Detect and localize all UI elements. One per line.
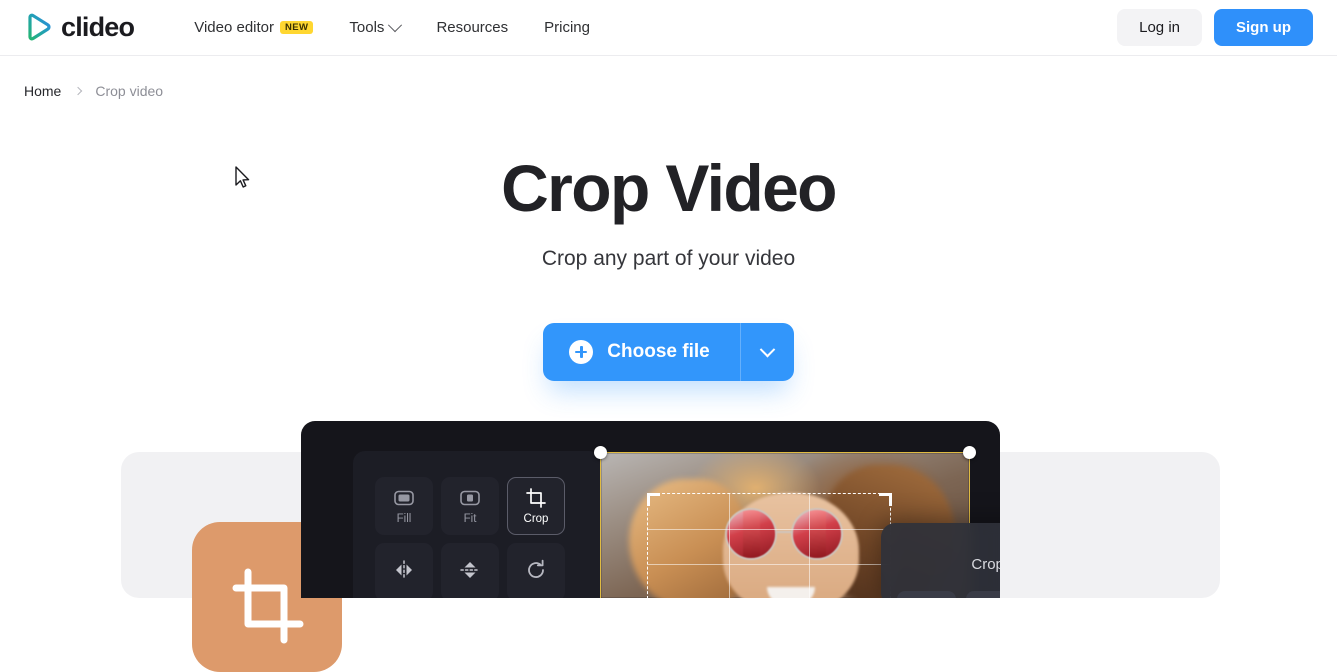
main-navigation: Video editor NEW Tools Resources Pricing xyxy=(176,8,608,48)
page-subtitle: Crop any part of your video xyxy=(541,247,796,270)
choose-file-label: Choose file xyxy=(607,341,710,362)
choose-file-button[interactable]: Choose file xyxy=(543,323,739,381)
flip-vertical-icon xyxy=(460,561,480,578)
fit-icon xyxy=(460,490,480,506)
editor-tools-grid: Fill Fit Crop xyxy=(375,477,565,598)
crop-icon xyxy=(526,487,546,508)
crop-selection-box[interactable] xyxy=(646,492,892,598)
tool-label: Crop xyxy=(523,512,549,525)
chevron-right-icon xyxy=(74,86,83,96)
video-editor-preview: Fill Fit Crop Crop xyxy=(301,421,1000,598)
nav-item-tools[interactable]: Tools xyxy=(331,8,418,48)
chevron-down-icon xyxy=(759,341,775,357)
site-header: clideo Video editor NEW Tools Resources … xyxy=(0,0,1337,56)
tool-button-flip-vertical[interactable] xyxy=(441,543,499,598)
crop-to-title: Crop to xyxy=(971,556,1000,573)
nav-item-video-editor[interactable]: Video editor NEW xyxy=(176,8,331,48)
nav-label: Resources xyxy=(436,19,509,36)
tool-button-fit[interactable]: Fit xyxy=(441,477,499,535)
clideo-play-logo-icon xyxy=(28,13,51,40)
resize-handle-top-left[interactable] xyxy=(594,446,607,459)
nav-item-pricing[interactable]: Pricing xyxy=(526,8,608,48)
tool-label: Fill xyxy=(396,512,412,525)
logo-link[interactable]: clideo xyxy=(24,12,135,43)
showcase-section: Fill Fit Crop Crop xyxy=(0,412,1337,672)
breadcrumb-home-link[interactable]: Home xyxy=(24,83,61,99)
nav-label: Pricing xyxy=(544,19,590,36)
crop-to-option[interactable] xyxy=(966,591,1000,598)
page-title: Crop Video xyxy=(501,151,837,225)
crop-grid-line-horizontal xyxy=(648,528,890,530)
tool-button-crop[interactable]: Crop xyxy=(507,477,565,535)
signup-button[interactable]: Sign up xyxy=(1214,9,1313,46)
nav-label: Video editor xyxy=(194,19,275,36)
flip-horizontal-icon xyxy=(396,559,412,580)
new-badge: NEW xyxy=(280,20,314,35)
crop-grid-line-vertical xyxy=(728,494,730,598)
tool-button-flip-horizontal[interactable] xyxy=(375,543,433,598)
crop-to-option[interactable] xyxy=(897,591,957,598)
tool-button-rotate[interactable] xyxy=(507,543,565,598)
hero-section: Crop Video Crop any part of your video xyxy=(0,99,1337,271)
crop-icon xyxy=(232,568,304,644)
crop-handle-top-left[interactable] xyxy=(646,492,660,506)
plus-icon xyxy=(569,340,594,364)
editor-tools-panel: Fill Fit Crop xyxy=(353,451,601,598)
crop-handle-top-right[interactable] xyxy=(878,492,892,506)
login-button[interactable]: Log in xyxy=(1117,9,1202,46)
header-actions: Log in Sign up xyxy=(1117,9,1313,46)
choose-file-dropdown-toggle[interactable] xyxy=(739,323,794,381)
nav-item-resources[interactable]: Resources xyxy=(418,8,526,48)
nav-label: Tools xyxy=(349,19,385,36)
choose-file-button-group: Choose file xyxy=(543,323,794,381)
crop-grid-line-horizontal xyxy=(648,563,890,565)
crop-to-options xyxy=(897,591,1000,598)
tool-button-fill[interactable]: Fill xyxy=(375,477,433,535)
crop-grid-line-vertical xyxy=(809,494,811,598)
chevron-down-icon xyxy=(388,17,403,32)
rotate-icon xyxy=(528,559,544,578)
breadcrumb: Home Crop video xyxy=(0,56,1337,99)
resize-handle-top-right[interactable] xyxy=(963,446,976,459)
crop-to-panel: Crop to xyxy=(881,523,1000,598)
logo-wordmark: clideo xyxy=(61,12,135,42)
fill-icon xyxy=(394,490,414,506)
mouse-cursor xyxy=(235,166,250,188)
tool-label: Fit xyxy=(463,512,477,525)
breadcrumb-current: Crop video xyxy=(95,83,164,99)
cta-section: Choose file xyxy=(0,323,1337,381)
